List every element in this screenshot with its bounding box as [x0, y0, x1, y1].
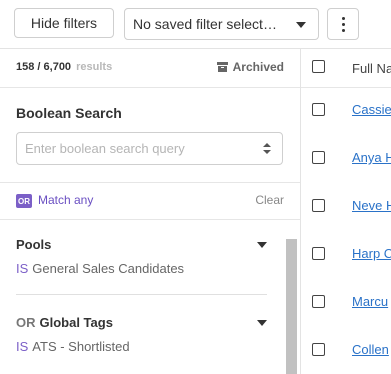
candidate-name-link[interactable]: Collen	[352, 342, 389, 357]
clear-filters-link[interactable]: Clear	[255, 193, 284, 207]
candidate-name-link[interactable]: Harp C	[352, 246, 391, 261]
match-mode-badge: OR	[16, 194, 32, 208]
row-checkbox[interactable]	[312, 199, 325, 212]
filter-or-prefix: OR	[16, 315, 36, 330]
kebab-dot-icon	[341, 22, 345, 26]
filter-divider	[16, 294, 267, 295]
saved-filter-value: No saved filter select…	[133, 16, 277, 32]
boolean-search-field[interactable]	[16, 132, 283, 165]
filter-value: IS ATS - Shortlisted	[16, 339, 267, 354]
top-toolbar: Hide filters No saved filter select…	[0, 0, 391, 49]
column-header-full-name[interactable]: Full Na	[352, 61, 391, 76]
results-table: Full Na Cassie Anya H Neve H Harp C Marc…	[301, 49, 391, 374]
filter-title: OR Global Tags	[16, 315, 267, 330]
filter-pools[interactable]: Pools IS General Sales Candidates	[16, 237, 267, 276]
chevron-down-icon	[296, 22, 306, 28]
table-row: Anya H	[301, 134, 391, 182]
sidebar-scrollbar[interactable]	[286, 239, 297, 374]
row-checkbox[interactable]	[312, 151, 325, 164]
candidate-name-link[interactable]: Cassie	[352, 102, 391, 117]
result-count-value: 158 / 6,700	[16, 61, 72, 73]
boolean-search-title: Boolean Search	[16, 105, 122, 121]
archived-toggle[interactable]: Archived	[216, 60, 284, 74]
filter-value-text: General Sales Candidates	[32, 261, 185, 276]
row-checkbox[interactable]	[312, 247, 325, 260]
kebab-dot-icon	[341, 28, 345, 32]
table-row: Harp C	[301, 230, 391, 278]
archived-label: Archived	[232, 60, 284, 74]
filter-title-text: Global Tags	[39, 315, 113, 330]
table-header: Full Na	[301, 49, 391, 88]
row-checkbox[interactable]	[312, 295, 325, 308]
saved-filter-select[interactable]: No saved filter select…	[124, 8, 319, 40]
chevron-down-icon[interactable]	[257, 242, 267, 248]
select-all-checkbox[interactable]	[312, 60, 325, 73]
result-count-suffix: results	[76, 61, 113, 73]
match-mode-row: OR Match any Clear	[0, 182, 300, 220]
table-row: Marcu	[301, 278, 391, 326]
filter-title-text: Pools	[16, 237, 52, 252]
candidate-name-link[interactable]: Neve H	[352, 198, 391, 213]
archive-icon	[216, 62, 228, 72]
candidate-name-link[interactable]: Marcu	[352, 294, 388, 309]
more-options-button[interactable]	[327, 8, 359, 40]
table-row: Cassie	[301, 86, 391, 134]
row-checkbox[interactable]	[312, 343, 325, 356]
chevron-down-icon[interactable]	[257, 320, 267, 326]
candidate-name-link[interactable]: Anya H	[352, 150, 391, 165]
kebab-dot-icon	[341, 16, 345, 20]
match-any-toggle[interactable]: Match any	[38, 193, 93, 207]
table-row: Neve H	[301, 182, 391, 230]
filter-title: Pools	[16, 237, 267, 252]
table-row: Collen	[301, 326, 391, 374]
filter-operator: IS	[16, 261, 29, 276]
result-count: 158 / 6,700 results	[16, 61, 112, 73]
boolean-search-input[interactable]	[17, 133, 245, 164]
spinner-arrows-icon[interactable]	[263, 143, 271, 155]
filter-sidebar: 158 / 6,700 results Archived Boolean Sea…	[0, 49, 301, 374]
filter-global-tags[interactable]: OR Global Tags IS ATS - Shortlisted	[16, 315, 267, 354]
row-checkbox[interactable]	[312, 103, 325, 116]
filter-operator: IS	[16, 339, 29, 354]
filter-value: IS General Sales Candidates	[16, 261, 267, 276]
filter-value-text: ATS - Shortlisted	[32, 339, 130, 354]
result-count-row: 158 / 6,700 results Archived	[0, 49, 300, 88]
hide-filters-button[interactable]: Hide filters	[14, 8, 114, 38]
